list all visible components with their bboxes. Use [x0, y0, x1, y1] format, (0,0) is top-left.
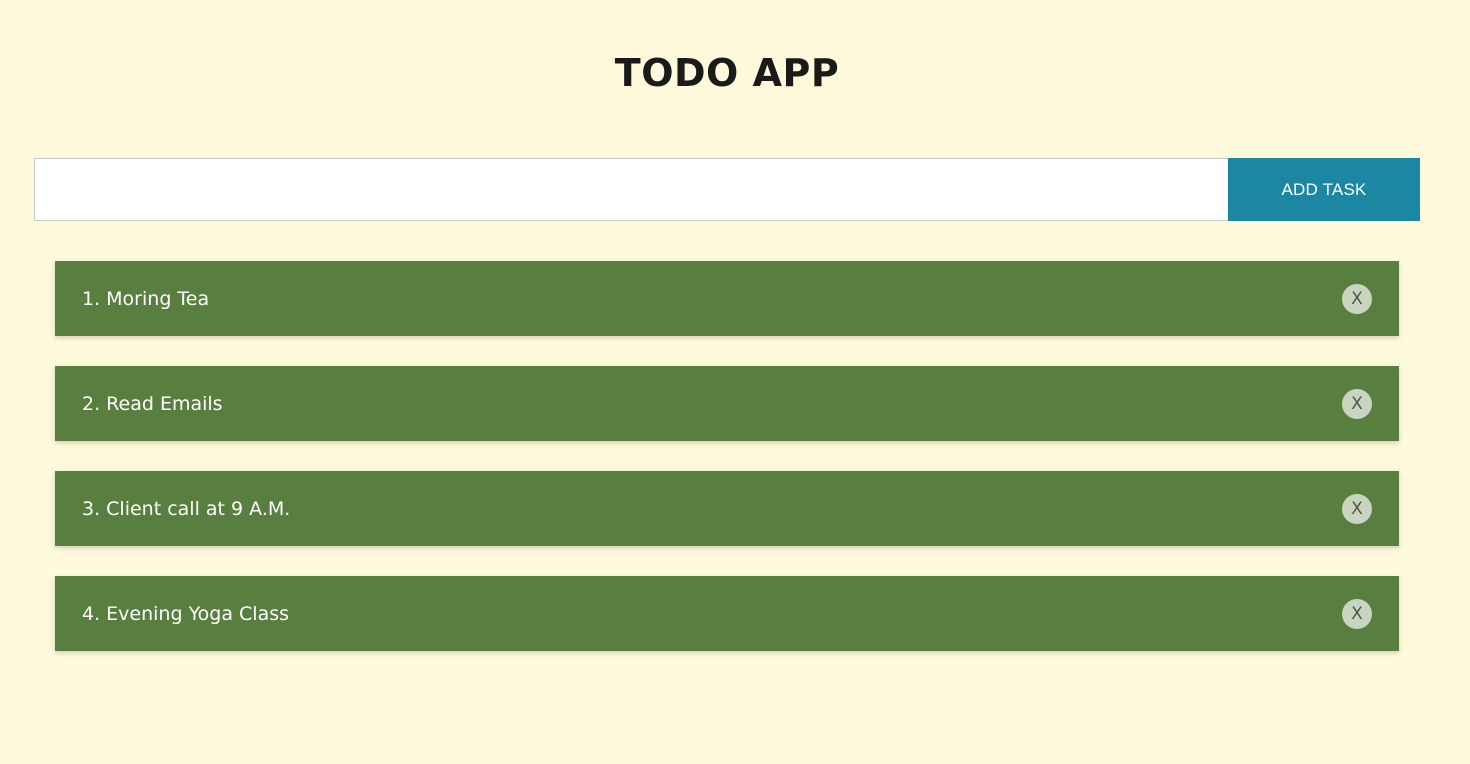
- task-item: 1. Moring Tea X: [55, 261, 1399, 336]
- add-task-form: ADD TASK: [34, 158, 1420, 221]
- task-item: 2. Read Emails X: [55, 366, 1399, 441]
- delete-task-button[interactable]: X: [1342, 493, 1372, 524]
- page-title: TODO APP: [614, 51, 840, 95]
- add-task-button[interactable]: ADD TASK: [1228, 158, 1420, 221]
- delete-task-button[interactable]: X: [1342, 598, 1372, 629]
- task-item: 4. Evening Yoga Class X: [55, 576, 1399, 651]
- task-input[interactable]: [34, 158, 1228, 221]
- task-list: 1. Moring Tea X 2. Read Emails X 3. Clie…: [55, 261, 1399, 681]
- task-label: 1. Moring Tea: [82, 287, 210, 310]
- task-label: 2. Read Emails: [82, 392, 223, 415]
- task-label: 3. Client call at 9 A.M.: [82, 497, 291, 520]
- task-item: 3. Client call at 9 A.M. X: [55, 471, 1399, 546]
- delete-task-button[interactable]: X: [1342, 388, 1372, 419]
- delete-task-button[interactable]: X: [1342, 283, 1372, 314]
- task-label: 4. Evening Yoga Class: [82, 602, 290, 625]
